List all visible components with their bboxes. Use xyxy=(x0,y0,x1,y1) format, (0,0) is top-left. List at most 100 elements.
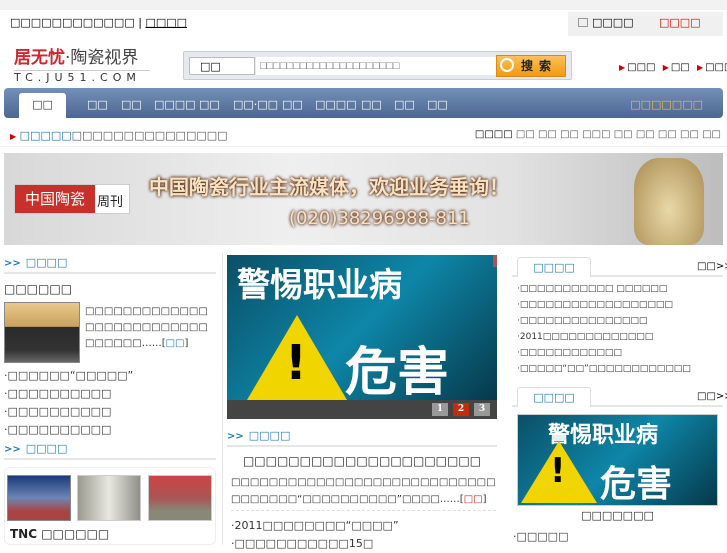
nav-item[interactable]: □□□□ xyxy=(315,98,357,111)
section-heading: >> □□□□ xyxy=(4,442,216,460)
section-heading: >> □□□□ xyxy=(4,256,216,274)
search-button[interactable]: 搜索 xyxy=(496,55,566,77)
page-button[interactable]: 1 xyxy=(432,403,448,416)
nav-home[interactable]: □□ xyxy=(19,93,66,118)
nav-item[interactable]: □□ xyxy=(121,98,142,111)
home-link[interactable]: □□□□ xyxy=(145,16,187,29)
logo-domain: TC.JU51.COM xyxy=(14,70,150,84)
tab-right-1[interactable]: □□□□ xyxy=(517,257,591,277)
list-item[interactable]: ·□□□□□“□□”□□□□□□□□□□□□ xyxy=(517,361,723,377)
page-button-active[interactable]: 2 xyxy=(453,403,469,416)
list-item[interactable]: ·□□□□□□□□□□□□□□□□□□ xyxy=(517,297,723,313)
tab-right-2[interactable]: □□□□ xyxy=(517,387,591,407)
list-item[interactable]: ·□□□□□□□□□□□ □□□□□□ xyxy=(517,281,723,297)
triangle-icon: ▶ xyxy=(696,63,704,72)
main-nav: □□ □□ □□ □□□□ □□ □□·□□ □□ □□□□ □□ □□ □□ … xyxy=(4,88,723,118)
ticker-text[interactable]: □□□□□□□□□□□□□□□ xyxy=(72,129,228,142)
hot-search-item[interactable]: □□ xyxy=(680,129,699,140)
triangle-icon: ▶ xyxy=(662,63,669,72)
slideshow-pager: 1 2 3 xyxy=(227,400,497,419)
feature-photo[interactable] xyxy=(4,302,80,363)
nav-item[interactable]: □□ xyxy=(282,98,303,111)
header-link[interactable]: □□ xyxy=(671,62,690,73)
gallery-photo[interactable] xyxy=(148,475,212,521)
nav-item[interactable]: □□ xyxy=(87,98,108,111)
list-item[interactable]: ·□□□□□□□□□□□15□ xyxy=(231,535,497,553)
feature-image[interactable]: 警惕职业病 ! 危害 xyxy=(517,414,718,506)
list-item[interactable]: ·□□□□□□□□□□ xyxy=(4,385,216,403)
section-heading: >> □□□□ xyxy=(227,429,497,447)
nav-right-link[interactable]: □□□□□□□ xyxy=(630,98,703,111)
banner-logo-red: 中国陶瓷 xyxy=(15,185,95,213)
list-item[interactable]: ·2011□□□□□□□□□□□□□ xyxy=(517,329,723,345)
list-item[interactable]: ·□□□□□□“□□□□□” xyxy=(4,367,216,385)
login-link[interactable]: □□□□ xyxy=(659,16,701,29)
logo-sub: ·陶瓷视界 xyxy=(65,48,139,68)
news-headline[interactable]: □□□□□□□□□□□□□□□□□□□□□ xyxy=(227,454,497,468)
site-logo[interactable]: 居无忧·陶瓷视界 TC.JU51.COM xyxy=(14,43,150,84)
user-box: □□□□ □□□□ xyxy=(568,12,723,36)
header-link[interactable]: □□□ xyxy=(627,62,655,73)
hot-search-item[interactable]: □□ xyxy=(658,129,677,140)
feature-title[interactable]: □□□□□□ xyxy=(4,282,72,296)
more-link[interactable]: □□>> xyxy=(697,391,727,402)
hot-search-item[interactable]: □□ xyxy=(702,129,721,140)
top-strip xyxy=(0,0,727,10)
banner-logo: 中国陶瓷 周刊 xyxy=(14,184,130,214)
banner-logo-black: 周刊 xyxy=(97,195,124,210)
slideshow-image[interactable]: 警惕职业病 ! 危害 xyxy=(227,255,497,403)
header-links: ▶□□□ ▶□□ ▶□□□□ xyxy=(615,62,727,73)
hot-search-item[interactable]: □□ xyxy=(560,129,579,140)
separator: | xyxy=(138,16,142,29)
banner-slogan: 中国陶瓷行业主流媒体，欢迎业务垂询！ xyxy=(149,175,509,199)
hot-search-item[interactable]: □□□ xyxy=(582,129,610,140)
news-summary: □□□□□□□□□□□□□□□□□□□□□□□□□□□□□□□□□□□“□□□□… xyxy=(231,477,496,505)
triangle-icon: ▶ xyxy=(619,63,626,72)
welcome-text: □□□□□□□□□□□□ xyxy=(10,16,135,29)
more-link[interactable]: □□ xyxy=(464,494,483,505)
more-link[interactable]: □□>> xyxy=(697,261,727,272)
hot-search-item[interactable]: □□ xyxy=(614,129,633,140)
gallery-caption[interactable]: TNC □□□□□□ xyxy=(10,527,109,541)
nav-item[interactable]: □□ xyxy=(361,98,382,111)
folder-icon xyxy=(578,18,588,27)
hot-search-item[interactable]: □□ xyxy=(538,129,557,140)
exclamation-icon: ! xyxy=(285,335,307,391)
nav-item[interactable]: □□ xyxy=(199,98,220,111)
dashed-divider xyxy=(231,510,496,511)
image-line2: 危害 xyxy=(600,464,673,505)
list-item[interactable]: ·2011□□□□□□□□“□□□□” xyxy=(231,517,497,535)
hot-search-item[interactable]: □□ xyxy=(636,129,655,140)
page-button[interactable]: 3 xyxy=(474,403,490,416)
section-heading-link[interactable]: □□□□ xyxy=(26,442,68,455)
vase-image xyxy=(634,158,704,245)
section-heading-link[interactable]: □□□□ xyxy=(26,256,68,269)
header-link[interactable]: □□□□ xyxy=(705,62,727,73)
favorite-link[interactable]: □□□□ xyxy=(592,16,634,29)
nav-item[interactable]: □□·□□ xyxy=(233,98,278,111)
list-item[interactable]: ·□□□□□□□□□□□□□□□ xyxy=(517,313,723,329)
hot-search-label: □□□□ xyxy=(474,129,513,140)
nav-item[interactable]: □□ xyxy=(394,98,415,111)
divider xyxy=(0,146,727,147)
column-divider xyxy=(222,253,223,545)
search-input[interactable] xyxy=(256,57,496,75)
search-category-select[interactable]: □□ xyxy=(189,57,255,75)
ad-banner[interactable]: 中国陶瓷 周刊 中国陶瓷行业主流媒体，欢迎业务垂询！ (020)38296988-… xyxy=(4,153,723,245)
hot-search-item[interactable]: □□ xyxy=(516,129,535,140)
photo-gallery: TNC □□□□□□ xyxy=(4,467,216,545)
gallery-photo[interactable] xyxy=(77,475,141,521)
nav-item[interactable]: □□ xyxy=(427,98,448,111)
ticker-label[interactable]: □□□□□ xyxy=(20,129,72,142)
list-item[interactable]: ·□□□□□ xyxy=(513,530,568,543)
list-item[interactable]: ·□□□□□□□□□□ xyxy=(4,421,216,439)
more-link[interactable]: □□ xyxy=(166,338,185,349)
double-chevron-icon: >> xyxy=(4,258,21,269)
nav-item[interactable]: □□□□ xyxy=(154,98,196,111)
list-item[interactable]: ·□□□□□□□□□□ xyxy=(4,403,216,421)
gallery-photo[interactable] xyxy=(7,475,71,521)
list-item[interactable]: ·□□□□□□□□□□□□ xyxy=(517,345,723,361)
slide-line2: 危害 xyxy=(345,343,450,403)
image-caption[interactable]: □□□□□□□ xyxy=(517,509,718,522)
section-heading-link[interactable]: □□□□ xyxy=(249,429,291,442)
